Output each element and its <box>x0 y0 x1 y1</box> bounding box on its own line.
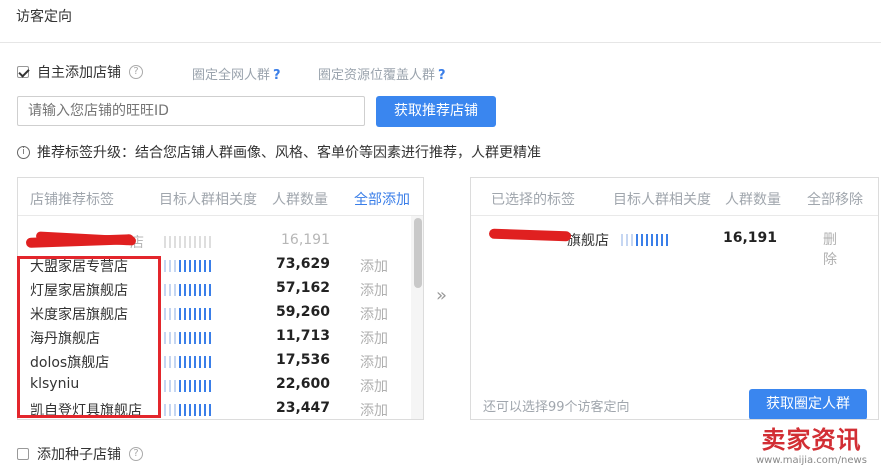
wangwang-id-input[interactable] <box>17 96 365 126</box>
seed-store-checkbox[interactable] <box>17 448 29 460</box>
info-icon: i <box>17 145 30 159</box>
store-name: 旗舰店 <box>567 233 609 249</box>
relevance-bars <box>164 284 211 296</box>
audience-count: 11,713 <box>275 328 330 344</box>
selected-panel: 已选择的标签 目标人群相关度 人群数量 全部移除 旗舰店 16,191 删除 还… <box>470 177 879 420</box>
relevance-bars <box>164 332 211 344</box>
relevance-bars <box>164 236 211 248</box>
col-tag: 店铺推荐标签 <box>30 192 114 208</box>
transfer-arrow-icon[interactable]: » <box>436 285 447 306</box>
audience-count: 16,191 <box>723 230 778 246</box>
tip-text: 推荐标签升级：结合您店铺人群画像、风格、客单价等因素进行推荐，人群更精准 <box>37 145 541 161</box>
link-whole-network[interactable]: 圈定全网人群? <box>192 64 281 83</box>
add-button[interactable]: 添加 <box>360 304 388 324</box>
tip-line: i 推荐标签升级：结合您店铺人群画像、风格、客单价等因素进行推荐，人群更精准 <box>17 142 541 162</box>
remove-all-button[interactable]: 全部移除 <box>807 189 863 209</box>
header-divider <box>0 42 881 43</box>
help-icon[interactable]: ? <box>129 65 143 79</box>
watermark-title: 卖家资讯 <box>761 426 862 454</box>
selected-panel-header: 已选择的标签 目标人群相关度 人群数量 全部移除 <box>471 178 878 216</box>
audience-count: 57,162 <box>275 280 330 296</box>
help-icon[interactable]: ? <box>129 447 143 461</box>
add-button[interactable]: 添加 <box>360 352 388 372</box>
add-all-button[interactable]: 全部添加 <box>354 189 410 209</box>
self-add-checkbox[interactable] <box>17 66 29 78</box>
audience-count: 22,600 <box>275 376 330 392</box>
seed-store-label: 添加种子店铺 <box>37 447 121 463</box>
recommend-panel-header: 店铺推荐标签 目标人群相关度 人群数量 全部添加 <box>18 178 423 216</box>
relevance-bars <box>164 356 211 368</box>
self-add-row: 自主添加店铺 ? <box>17 62 143 82</box>
get-fixed-audience-button[interactable]: 获取圈定人群 <box>749 389 867 419</box>
fetch-recommend-button[interactable]: 获取推荐店铺 <box>376 96 496 127</box>
add-button[interactable]: 添加 <box>360 280 388 300</box>
add-button[interactable]: 添加 <box>360 400 388 419</box>
relevance-bars <box>164 404 211 416</box>
col-relevance: 目标人群相关度 <box>613 192 711 208</box>
relevance-bars <box>621 234 668 246</box>
seed-store-row: 添加种子店铺 ? <box>17 444 143 464</box>
audience-count: 59,260 <box>275 304 330 320</box>
scrollbar-thumb[interactable] <box>414 218 422 288</box>
watermark: 卖家资讯 www.maijia.com/news <box>756 420 867 466</box>
col-selected-tag: 已选择的标签 <box>491 192 575 208</box>
watermark-url: www.maijia.com/news <box>756 455 867 466</box>
question-icon: ? <box>438 68 446 83</box>
add-button[interactable]: 添加 <box>360 376 388 396</box>
col-count: 人群数量 <box>725 192 781 208</box>
col-count: 人群数量 <box>272 192 328 208</box>
audience-count: 73,629 <box>275 256 330 272</box>
relevance-bars <box>164 260 211 272</box>
page-title: 访客定向 <box>16 9 72 25</box>
remaining-count-text: 还可以选择99个访客定向 <box>483 400 630 415</box>
link-resource-position-label: 圈定资源位覆盖人群 <box>318 68 436 83</box>
link-whole-network-label: 圈定全网人群 <box>192 68 271 83</box>
relevance-bars <box>164 380 211 392</box>
highlight-box <box>17 256 161 418</box>
col-relevance: 目标人群相关度 <box>159 192 257 208</box>
delete-button[interactable]: 删除 <box>823 230 839 270</box>
add-button[interactable]: 添加 <box>360 328 388 348</box>
link-resource-position[interactable]: 圈定资源位覆盖人群? <box>318 64 446 83</box>
self-add-label: 自主添加店铺 <box>37 65 121 81</box>
audience-count: 23,447 <box>275 400 330 416</box>
audience-count: 17,536 <box>275 352 330 368</box>
add-button[interactable]: 添加 <box>360 256 388 276</box>
relevance-bars <box>164 308 211 320</box>
audience-count: 16,191 <box>281 232 330 248</box>
question-icon: ? <box>273 68 281 83</box>
